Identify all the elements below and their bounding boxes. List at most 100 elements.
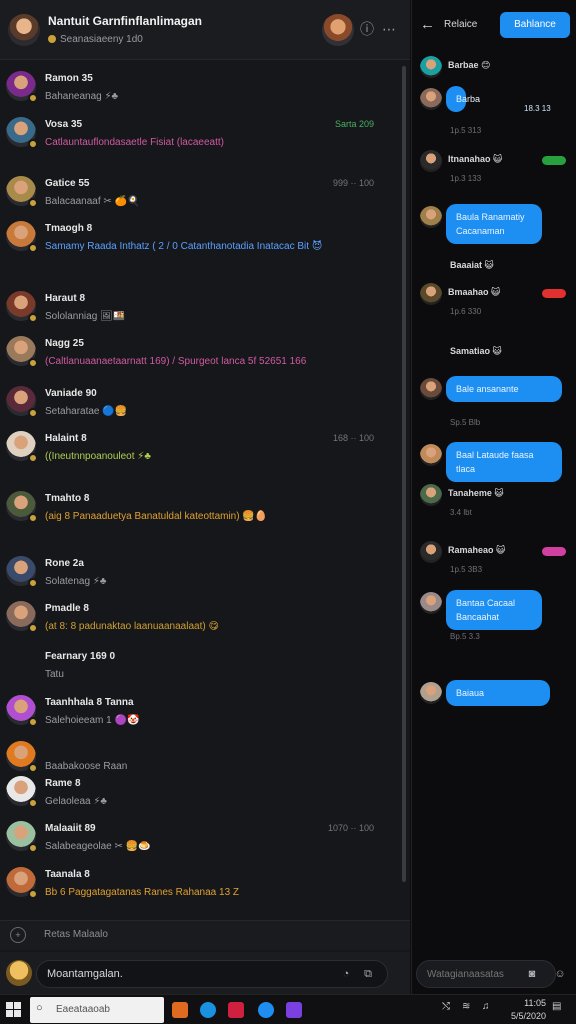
wifi-icon[interactable]: ≋	[462, 1001, 470, 1012]
camera-icon[interactable]: ◙	[524, 966, 540, 982]
avatar[interactable]	[6, 776, 38, 808]
more-options-icon[interactable]: ⋯	[378, 18, 400, 40]
message-list[interactable]: Ramon 35 Bahaneanag ⚡♣ Vosa 35 Catlauntaufl…	[0, 61, 410, 921]
message-bubble[interactable]: Bantaa Cacaal Bancaahat	[446, 590, 542, 630]
start-windows-icon[interactable]	[6, 1002, 22, 1018]
message-bubble[interactable]: Bale ansanante	[446, 376, 562, 402]
reaction-chip-icon[interactable]	[542, 547, 566, 556]
profile-avatar[interactable]	[8, 14, 40, 46]
message-row[interactable]: Taanhhala 8 Tanna Salehoieeam 1 🟣🤡	[0, 695, 398, 739]
contact-avatar[interactable]	[322, 14, 354, 46]
message-row[interactable]: Tmahto 8 (aig 8 Panaaduetya Banatuldal ka…	[0, 491, 398, 535]
sender-name: Ramon 35	[45, 73, 93, 84]
avatar[interactable]	[420, 206, 442, 228]
message-meta: Bp.5 3.3	[450, 632, 480, 641]
avatar[interactable]	[420, 484, 442, 506]
avatar[interactable]	[6, 336, 38, 368]
presence-badge-icon	[28, 243, 38, 253]
emoji-avatar-icon[interactable]	[6, 960, 32, 986]
message-bubble[interactable]: Barba	[446, 86, 480, 112]
attach-icon[interactable]: ⧉	[360, 966, 376, 982]
app-icon-files[interactable]	[172, 1002, 188, 1018]
message-row[interactable]: Taanala 8 Bb 6 Paggatagatanas Ranes Rahan…	[0, 867, 398, 911]
message-row[interactable]: Tmaogh 8 Samamy Raada Inthatz ( 2 / 0 Cat…	[0, 221, 398, 265]
message-row[interactable]: Gatice 55 Balacaanaaf ✂ 🍊🍳 999 ·· 100	[0, 176, 398, 220]
avatar[interactable]	[6, 386, 38, 418]
footer-label[interactable]: Retas Malaalo	[44, 929, 108, 940]
taskbar-clock[interactable]: 11:05 5/5/2020	[510, 997, 546, 1023]
message-input[interactable]	[36, 960, 388, 988]
presence-badge-icon	[28, 198, 38, 208]
presence-badge-icon	[28, 408, 38, 418]
message-preview: Catlauntauflondasaetle Fisiat (lacaeeatt…	[45, 137, 224, 148]
avatar[interactable]	[6, 867, 38, 899]
app-icon-media[interactable]	[228, 1002, 244, 1018]
reaction-chip-icon[interactable]	[542, 289, 566, 298]
sender-name: Gatice 55	[45, 178, 90, 189]
message-row[interactable]: Malaaiit 89 Salabeageolae ✂ 🍔🍮 1070 ·· 100	[0, 821, 398, 865]
panel-title: Nantuit Garnfinflanlimagan	[48, 14, 203, 28]
app-icon-discord[interactable]	[286, 1002, 302, 1018]
message-bubble[interactable]: Baal Lataude faasa tlaca	[446, 442, 562, 482]
avatar[interactable]	[6, 695, 38, 727]
avatar[interactable]	[420, 592, 442, 614]
avatar[interactable]	[420, 56, 442, 78]
taskbar-search[interactable]: ○ Eaeataaoab	[30, 997, 164, 1023]
message-preview: Samamy Raada Inthatz ( 2 / 0 Catanthanot…	[45, 241, 323, 252]
message-row[interactable]: Vosa 35 Catlauntauflondasaetle Fisiat (la…	[0, 117, 398, 161]
presence-badge-icon	[28, 889, 38, 899]
info-icon[interactable]: ⓘ	[356, 18, 378, 40]
avatar[interactable]	[6, 491, 38, 523]
app-icon-messenger[interactable]	[258, 1002, 274, 1018]
balance-button[interactable]: Bahlance	[500, 12, 570, 38]
message-row[interactable]: Haraut 8 Sololanniag 🖼🍱	[0, 291, 398, 335]
presence-badge-icon	[28, 93, 38, 103]
sender-name: Vosa 35	[45, 119, 83, 130]
reaction-chip-icon[interactable]	[542, 156, 566, 165]
avatar[interactable]	[6, 821, 38, 853]
sender-name: Taanhhala 8 Tanna	[45, 697, 134, 708]
avatar[interactable]	[420, 682, 442, 704]
notification-icon[interactable]: ▤	[552, 1001, 561, 1012]
app-icon-edge[interactable]	[200, 1002, 216, 1018]
avatar[interactable]	[420, 150, 442, 172]
avatar[interactable]	[420, 378, 442, 400]
avatar[interactable]	[420, 88, 442, 110]
add-icon[interactable]: +	[10, 927, 26, 943]
message-row[interactable]: Rame 8 Gelaoleaa ⚡♣	[0, 776, 398, 820]
thread-sender-name: Baaaiat 😺	[450, 260, 494, 270]
sender-name: Haraut 8	[45, 293, 86, 304]
presence-badge-icon	[28, 763, 38, 773]
clock-icon[interactable]: ◔	[338, 966, 354, 982]
network-icon[interactable]: ⤭	[442, 1001, 450, 1012]
avatar[interactable]	[6, 117, 38, 149]
message-preview: Salabeageolae ✂ 🍔🍮	[45, 841, 151, 852]
avatar[interactable]	[6, 221, 38, 253]
avatar[interactable]	[420, 444, 442, 466]
avatar[interactable]	[6, 291, 38, 323]
avatar[interactable]	[6, 741, 38, 773]
avatar[interactable]	[420, 541, 442, 563]
back-arrow-icon[interactable]: ←	[420, 16, 438, 34]
message-row[interactable]: Fearnary 169 0 Tatu	[0, 649, 398, 693]
message-row[interactable]: Vaniade 90 Setaharatae 🔵🍔	[0, 386, 398, 430]
message-bubble[interactable]: Baiaua	[446, 680, 550, 706]
message-row[interactable]: Pmadle 8 (at 8: 8 padunaktao laanuaanaala…	[0, 601, 398, 645]
volume-icon[interactable]: ♫	[482, 1001, 490, 1012]
avatar[interactable]	[420, 283, 442, 305]
avatar[interactable]	[6, 556, 38, 588]
avatar[interactable]	[6, 431, 38, 463]
conversation-list-panel: Nantuit Garnfinflanlimagan Seanasiaeeny …	[0, 0, 410, 994]
message-row[interactable]: Halaint 8 ((Ineutnnpoanouleot ⚡♣ 168 ·· 10…	[0, 431, 398, 475]
message-row[interactable]: Rone 2a Solatenag ⚡♣	[0, 556, 398, 600]
emoji-icon[interactable]: ☺	[552, 966, 568, 982]
avatar[interactable]	[6, 176, 38, 208]
sender-name: Fearnary 169 0	[45, 651, 116, 662]
scrollbar-thumb[interactable]	[402, 66, 406, 882]
message-row[interactable]: Ramon 35 Bahaneanag ⚡♣	[0, 71, 398, 115]
taskbar-search-placeholder: Eaeataaoab	[56, 1004, 110, 1015]
message-bubble[interactable]: Baula Ranamatiy Cacanaman	[446, 204, 542, 244]
message-row[interactable]: Nagg 25 (Caltlanuaanaetaarnatt 169) / Spu…	[0, 336, 398, 380]
avatar[interactable]	[6, 71, 38, 103]
avatar[interactable]	[6, 601, 38, 633]
